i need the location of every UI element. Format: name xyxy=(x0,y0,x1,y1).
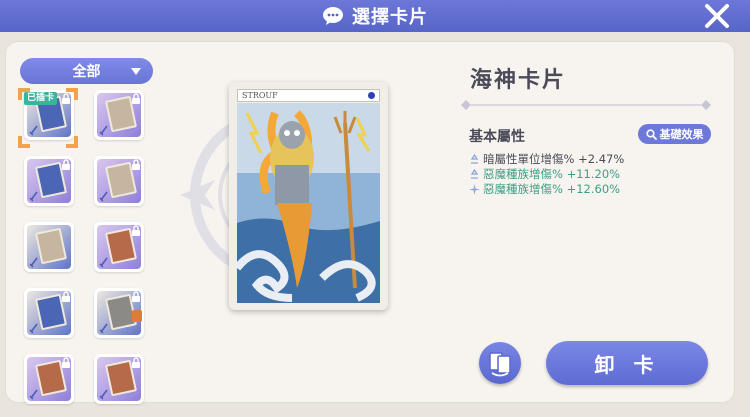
recycle-icon xyxy=(470,153,479,164)
card-slot[interactable] xyxy=(24,354,74,404)
weapon-slot-icon xyxy=(29,323,38,334)
weapon-slot-icon xyxy=(29,257,38,268)
filter-selected-label: 全部 xyxy=(72,64,101,80)
lock-icon xyxy=(132,225,140,236)
equipped-badge: 已插卡 xyxy=(24,92,58,105)
weapon-slot-icon xyxy=(99,257,108,268)
weapon-slot-icon xyxy=(99,125,108,136)
header-bar: 選擇卡片 xyxy=(0,0,750,32)
basic-effect-button[interactable]: 基礎效果 xyxy=(638,124,711,144)
slot-marker xyxy=(132,310,142,322)
poseidon-card-art xyxy=(237,103,380,303)
card-label-bar: STROUF xyxy=(237,89,380,102)
unload-label: 卸 卡 xyxy=(594,352,660,377)
card-slot-dot-icon xyxy=(368,92,375,99)
weapon-slot-icon xyxy=(29,389,38,400)
card-slot[interactable] xyxy=(24,222,74,272)
weapon-slot-icon xyxy=(99,389,108,400)
card-label: STROUF xyxy=(242,91,278,100)
lock-icon xyxy=(132,159,140,170)
stat-line: 惡魔種族增傷% +11.20% xyxy=(469,166,620,182)
lock-icon xyxy=(62,159,70,170)
weapon-slot-icon xyxy=(99,191,108,202)
basic-effect-label: 基礎效果 xyxy=(659,128,704,141)
header-title-group: 選擇卡片 xyxy=(322,3,428,29)
filter-dropdown[interactable]: 全部 xyxy=(20,58,153,84)
stat-text: 惡魔種族增傷% +12.60% xyxy=(483,182,621,196)
selected-card-preview: STROUF xyxy=(229,82,388,310)
card-slot[interactable] xyxy=(94,222,144,272)
close-icon[interactable] xyxy=(702,2,732,30)
section-title: 基本屬性 xyxy=(469,129,525,145)
card-slot[interactable] xyxy=(24,156,74,206)
lock-icon xyxy=(132,93,140,104)
unload-card-button[interactable]: 卸 卡 xyxy=(546,341,708,385)
stat-text: 暗屬性單位增傷% +2.47% xyxy=(483,152,625,166)
chat-bubble-icon xyxy=(323,7,343,25)
card-slot[interactable] xyxy=(24,288,74,338)
card-name: 海神卡片 xyxy=(470,68,567,93)
stat-line: 惡魔種族增傷% +12.60% xyxy=(469,181,620,197)
lock-icon xyxy=(132,291,140,302)
stat-text: 惡魔種族增傷% +11.20% xyxy=(483,167,621,181)
chevron-down-icon xyxy=(131,68,141,75)
recycle-icon xyxy=(470,168,479,179)
swap-cards-button[interactable] xyxy=(479,342,521,384)
lock-icon xyxy=(62,357,70,368)
page-title: 選擇卡片 xyxy=(352,7,428,28)
card-slot[interactable] xyxy=(94,156,144,206)
card-slot[interactable] xyxy=(94,354,144,404)
lock-icon xyxy=(62,291,70,302)
divider xyxy=(461,100,711,110)
lock-icon xyxy=(132,357,140,368)
search-icon xyxy=(645,128,657,140)
sparkle-icon xyxy=(469,183,480,195)
weapon-slot-icon xyxy=(99,323,108,334)
stat-line: 暗屬性單位增傷% +2.47% xyxy=(469,151,624,167)
weapon-slot-icon xyxy=(29,191,38,202)
card-slot[interactable] xyxy=(94,90,144,140)
swap-cards-icon xyxy=(489,352,511,377)
